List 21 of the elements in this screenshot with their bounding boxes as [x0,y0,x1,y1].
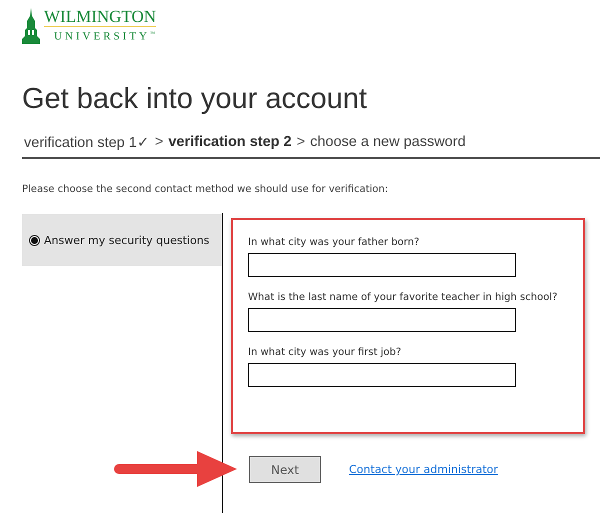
logo-name: WILMINGTON [44,8,156,26]
breadcrumb-step: verification step 1✓ [24,134,150,151]
breadcrumb-step: choose a new password [310,134,466,151]
answer-field[interactable] [248,363,516,387]
next-button[interactable]: Next [249,456,321,483]
method-option[interactable]: Answer my security questions [22,214,222,266]
breadcrumb-separator: > [296,134,306,151]
contact-link[interactable]: Contact your administrator [349,463,498,476]
question-label: In what city was your first job? [248,347,402,358]
answer-field[interactable] [248,253,516,277]
question-label: In what city was your father born? [248,237,420,248]
method-label: Answer my security questions [44,234,210,246]
radio-button[interactable] [29,234,40,246]
instruction-text: Please choose the second contact method we should use for verification: [22,184,390,195]
answer-field[interactable] [248,308,516,332]
logo-subtitle: UNIVERSITY$^{™}$ [53,30,156,44]
tower-logo-icon [22,8,40,44]
breadcrumb-separator: > [154,134,164,151]
question-label: What is the last name of your favorite teacher in high school? [248,292,558,303]
page-title: Get back into your account [22,82,368,116]
breadcrumb-step: verification step 2 [168,134,292,151]
